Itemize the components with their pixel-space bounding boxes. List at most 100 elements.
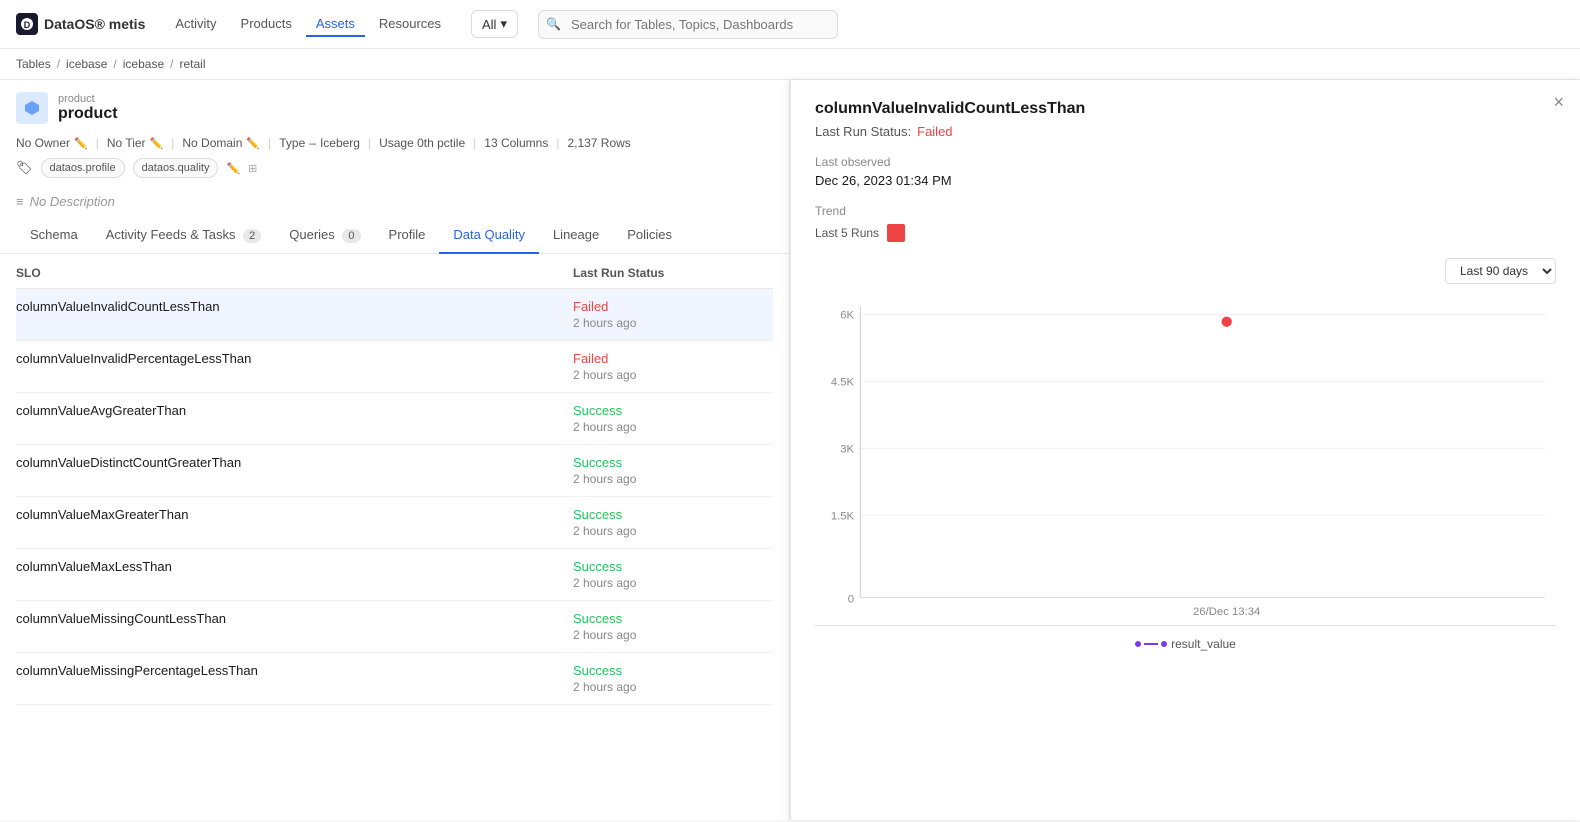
status-value-1: Failed bbox=[573, 351, 773, 366]
table-row[interactable]: columnValueMissingPercentageLessThan Suc… bbox=[16, 653, 773, 705]
table-row[interactable]: columnValueDistinctCountGreaterThan Succ… bbox=[16, 445, 773, 497]
meta-tier: No Tier ✏️ bbox=[107, 136, 163, 150]
logo-icon: D bbox=[16, 13, 38, 35]
product-header: product product No Owner ✏️ | No Tier ✏️… bbox=[0, 80, 789, 186]
domain-label: No Domain bbox=[182, 136, 242, 150]
product-meta: No Owner ✏️ | No Tier ✏️ | No Domain ✏️ … bbox=[16, 132, 773, 158]
status-value-2: Success bbox=[573, 403, 773, 418]
type-dash: – bbox=[309, 136, 316, 150]
nav-activity[interactable]: Activity bbox=[165, 12, 226, 37]
status-col-0: Failed 2 hours ago bbox=[573, 299, 773, 330]
status-col-6: Success 2 hours ago bbox=[573, 611, 773, 642]
meta-domain: No Domain ✏️ bbox=[182, 136, 260, 150]
sep4: | bbox=[368, 136, 371, 150]
status-time-5: 2 hours ago bbox=[573, 576, 773, 590]
nav-assets[interactable]: Assets bbox=[306, 12, 365, 37]
y-label-0: 0 bbox=[848, 594, 854, 606]
legend-label: result_value bbox=[1171, 637, 1236, 651]
edit-tags-icon[interactable]: ✏️ bbox=[226, 162, 240, 175]
legend-result-value: result_value bbox=[1135, 637, 1236, 651]
slo-name-7: columnValueMissingPercentageLessThan bbox=[16, 663, 573, 678]
breadcrumb-icebase1[interactable]: icebase bbox=[66, 57, 107, 71]
meta-rows: 2,137 Rows bbox=[567, 136, 630, 150]
product-tags: 🏷 dataos.profile dataos.quality ✏️ ⊞ bbox=[16, 158, 773, 186]
chart-container: Last 90 days Last 30 days Last 7 days 6K… bbox=[815, 258, 1556, 651]
edit-domain-icon[interactable]: ✏️ bbox=[246, 137, 260, 150]
status-value-3: Success bbox=[573, 455, 773, 470]
tab-activity-badge: 2 bbox=[243, 229, 261, 243]
tab-activity[interactable]: Activity Feeds & Tasks 2 bbox=[92, 217, 276, 254]
table-row[interactable]: columnValueInvalidCountLessThan Failed 2… bbox=[16, 289, 773, 341]
status-value-7: Success bbox=[573, 663, 773, 678]
edit-tier-icon[interactable]: ✏️ bbox=[150, 137, 164, 150]
meta-type: Type – Iceberg bbox=[279, 136, 360, 150]
drawer-status-row: Last Run Status: Failed bbox=[815, 124, 1556, 139]
y-label-15k: 1.5K bbox=[831, 510, 855, 522]
tab-schema[interactable]: Schema bbox=[16, 217, 92, 254]
status-value-5: Success bbox=[573, 559, 773, 574]
legend-dot bbox=[1135, 641, 1141, 647]
columns-label: 13 Columns bbox=[484, 136, 548, 150]
chart-area: 6K 4.5K 3K 1.5K 0 26/Dec bbox=[815, 296, 1556, 629]
tabs: Schema Activity Feeds & Tasks 2 Queries … bbox=[0, 217, 789, 254]
table-row[interactable]: columnValueAvgGreaterThan Success 2 hour… bbox=[16, 393, 773, 445]
tag-profile: dataos.profile bbox=[41, 158, 125, 178]
status-time-3: 2 hours ago bbox=[573, 472, 773, 486]
search-input[interactable] bbox=[538, 10, 838, 39]
nav-resources[interactable]: Resources bbox=[369, 12, 451, 37]
status-col-3: Success 2 hours ago bbox=[573, 455, 773, 486]
date-range-dropdown[interactable]: Last 90 days Last 30 days Last 7 days bbox=[1445, 258, 1556, 284]
status-col-1: Failed 2 hours ago bbox=[573, 351, 773, 382]
status-time-4: 2 hours ago bbox=[573, 524, 773, 538]
product-name: product bbox=[58, 105, 118, 123]
no-description: ≡ No Description bbox=[0, 186, 789, 217]
breadcrumb-sep1: / bbox=[57, 57, 60, 71]
status-col-7: Success 2 hours ago bbox=[573, 663, 773, 694]
add-tags-icon[interactable]: ⊞ bbox=[248, 162, 257, 175]
main-layout: product product No Owner ✏️ | No Tier ✏️… bbox=[0, 80, 1580, 820]
description-text: No Description bbox=[30, 194, 115, 209]
nav-filter-button[interactable]: All ▾ bbox=[471, 10, 518, 38]
tab-queries-badge: 0 bbox=[342, 229, 360, 243]
y-label-3k: 3K bbox=[840, 443, 854, 455]
tab-queries[interactable]: Queries 0 bbox=[275, 217, 374, 254]
logo-text: DataOS® metis bbox=[44, 16, 145, 32]
status-col-2: Success 2 hours ago bbox=[573, 403, 773, 434]
table-row[interactable]: columnValueMaxGreaterThan Success 2 hour… bbox=[16, 497, 773, 549]
breadcrumb-retail[interactable]: retail bbox=[179, 57, 205, 71]
rows-label: 2,137 Rows bbox=[567, 136, 630, 150]
last-observed-label: Last observed bbox=[815, 155, 1556, 169]
slo-name-3: columnValueDistinctCountGreaterThan bbox=[16, 455, 573, 470]
table-row[interactable]: columnValueMissingCountLessThan Success … bbox=[16, 601, 773, 653]
tab-activity-label: Activity Feeds & Tasks bbox=[106, 227, 236, 242]
tab-lineage[interactable]: Lineage bbox=[539, 217, 613, 254]
detail-drawer: × columnValueInvalidCountLessThan Last R… bbox=[790, 80, 1580, 820]
nav-products[interactable]: Products bbox=[231, 12, 302, 37]
tab-data-quality[interactable]: Data Quality bbox=[439, 217, 539, 254]
breadcrumb-icebase2[interactable]: icebase bbox=[123, 57, 164, 71]
svg-text:D: D bbox=[24, 20, 31, 30]
trend-label: Trend bbox=[815, 204, 1556, 218]
edit-owner-icon[interactable]: ✏️ bbox=[74, 137, 88, 150]
table-row[interactable]: columnValueMaxLessThan Success 2 hours a… bbox=[16, 549, 773, 601]
trend-section: Trend Last 5 Runs bbox=[815, 204, 1556, 242]
tag-icon: 🏷 bbox=[16, 160, 33, 176]
legend-dot2 bbox=[1161, 641, 1167, 647]
chart-controls: Last 90 days Last 30 days Last 7 days bbox=[815, 258, 1556, 284]
breadcrumb-tables[interactable]: Tables bbox=[16, 57, 51, 71]
table-row[interactable]: columnValueInvalidPercentageLessThan Fai… bbox=[16, 341, 773, 393]
slo-name-5: columnValueMaxLessThan bbox=[16, 559, 573, 574]
sep5: | bbox=[473, 136, 476, 150]
status-time-0: 2 hours ago bbox=[573, 316, 773, 330]
search-container: 🔍 bbox=[538, 10, 838, 39]
product-title-row: product product bbox=[16, 92, 773, 124]
tab-policies[interactable]: Policies bbox=[613, 217, 686, 254]
type-label: Type bbox=[279, 136, 305, 150]
tier-label: No Tier bbox=[107, 136, 146, 150]
logo: D DataOS® metis bbox=[16, 13, 145, 35]
sep1: | bbox=[96, 136, 99, 150]
product-label: product bbox=[58, 93, 118, 105]
col-header-slo: SLO bbox=[16, 266, 573, 280]
drawer-close-button[interactable]: × bbox=[1553, 92, 1564, 113]
tab-profile[interactable]: Profile bbox=[375, 217, 440, 254]
